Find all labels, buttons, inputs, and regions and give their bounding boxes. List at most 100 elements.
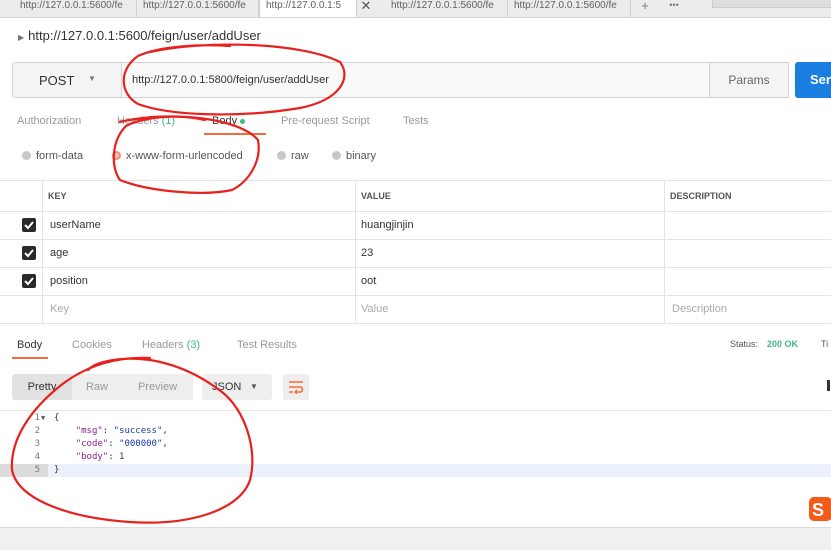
- check-icon: [24, 277, 34, 286]
- url-input[interactable]: [122, 62, 710, 98]
- status-bar: [0, 527, 831, 550]
- line-number: 5: [34, 465, 40, 475]
- code-line: {: [54, 413, 60, 423]
- description-placeholder[interactable]: Description: [672, 303, 727, 315]
- tab-headers[interactable]: Headers (1): [117, 115, 175, 127]
- radio-form-data[interactable]: form-data: [22, 150, 83, 166]
- radio-circle: [277, 151, 286, 160]
- value-placeholder[interactable]: Value: [361, 303, 388, 315]
- tab-headers-label: Headers: [117, 115, 159, 127]
- raw-button[interactable]: Raw: [72, 374, 122, 400]
- checkbox-checked[interactable]: [22, 246, 36, 260]
- json-key: "body": [75, 452, 109, 462]
- radio-raw[interactable]: raw: [277, 150, 309, 166]
- response-headers-count: (3): [186, 339, 201, 351]
- line-number: 3: [34, 439, 40, 449]
- code-line: "body": 1: [75, 452, 125, 462]
- preview-button[interactable]: Preview: [122, 374, 193, 400]
- radio-label: binary: [346, 150, 376, 162]
- table-row: age 23: [0, 239, 831, 268]
- value-cell[interactable]: oot: [361, 275, 376, 287]
- tab-body-label: Body: [212, 115, 238, 127]
- json-value: "success": [113, 426, 163, 436]
- response-tab-test-results[interactable]: Test Results: [237, 339, 297, 351]
- chevron-down-icon: ▼: [88, 74, 96, 83]
- radio-circle-selected: [112, 151, 121, 160]
- radio-label: x-www-form-urlencoded: [126, 150, 243, 162]
- column-description: DESCRIPTION: [670, 191, 732, 201]
- line-number: 2: [34, 426, 40, 436]
- radio-label: raw: [291, 150, 309, 162]
- column-value: VALUE: [361, 191, 391, 201]
- time-label: Ti: [821, 339, 829, 349]
- table-row-new: Key Value Description: [0, 295, 831, 324]
- code-line: "msg": "success",: [75, 426, 168, 436]
- value-cell[interactable]: huangjinjin: [361, 219, 414, 231]
- view-mode-group: Pretty Raw Preview: [12, 374, 193, 400]
- radio-circle: [22, 151, 31, 160]
- request-title: ▶ http://127.0.0.1:5600/feign/user/addUse…: [18, 28, 261, 43]
- radio-label: form-data: [36, 150, 84, 162]
- active-tab-indicator: [12, 357, 48, 359]
- caret-right-icon[interactable]: ▶: [18, 33, 24, 42]
- plus-icon[interactable]: +: [633, 0, 657, 17]
- code-line: "code": "000000",: [75, 439, 168, 449]
- tab-tests[interactable]: Tests: [403, 115, 429, 127]
- scroll-marker: [827, 380, 830, 391]
- radio-binary[interactable]: binary: [332, 150, 376, 166]
- radio-x-www-form-urlencoded[interactable]: x-www-form-urlencoded: [112, 150, 243, 166]
- response-tab-headers[interactable]: Headers (3): [142, 339, 200, 351]
- json-key: "code": [75, 439, 109, 449]
- column-divider: [664, 180, 665, 324]
- chevron-down-icon: ▼: [250, 382, 258, 391]
- status-label: Status:: [730, 339, 759, 349]
- more-icon[interactable]: •••: [661, 0, 687, 17]
- checkbox-checked[interactable]: [22, 274, 36, 288]
- response-tab-body[interactable]: Body: [17, 339, 42, 351]
- key-cell[interactable]: userName: [50, 219, 101, 231]
- check-icon: [24, 249, 34, 258]
- params-button[interactable]: Params: [709, 62, 789, 98]
- value-cell[interactable]: 23: [361, 247, 373, 259]
- pretty-button[interactable]: Pretty: [12, 374, 72, 400]
- column-key: KEY: [48, 191, 67, 201]
- key-cell[interactable]: position: [50, 275, 88, 287]
- close-icon[interactable]: ✕: [357, 0, 375, 17]
- request-tab[interactable]: http://127.0.0.1:5600/fe: [14, 0, 137, 17]
- method-select[interactable]: POST ▼: [12, 62, 122, 98]
- table-row: position oot: [0, 267, 831, 296]
- code-line: }: [54, 465, 60, 475]
- tab-authorization[interactable]: Authorization: [17, 115, 81, 127]
- json-value: 1: [119, 452, 125, 462]
- key-placeholder[interactable]: Key: [50, 303, 69, 315]
- response-code-editor[interactable]: 1 ▼ 2 3 4 5 { "msg": "success", "code": …: [0, 410, 831, 528]
- sogou-ime-icon[interactable]: S: [808, 496, 831, 522]
- response-headers-label: Headers: [142, 339, 184, 351]
- active-line-highlight: [0, 464, 831, 477]
- request-tab[interactable]: http://127.0.0.1:5600/fe: [385, 0, 508, 17]
- table-row: userName huangjinjin: [0, 211, 831, 240]
- request-tab[interactable]: http://127.0.0.1:5600/fe: [508, 0, 631, 17]
- request-tab[interactable]: http://127.0.0.1:5600/fe: [137, 0, 259, 17]
- response-tab-cookies[interactable]: Cookies: [72, 339, 112, 351]
- kv-table-header: KEY VALUE DESCRIPTION: [0, 180, 831, 212]
- column-divider: [355, 180, 356, 324]
- line-number: 4: [34, 452, 40, 462]
- fold-caret-icon[interactable]: ▼: [41, 414, 45, 422]
- send-button[interactable]: Send: [795, 62, 831, 98]
- json-key: "msg": [75, 426, 103, 436]
- request-tab-active[interactable]: http://127.0.0.1:5: [259, 0, 357, 17]
- wrap-lines-button[interactable]: [283, 374, 309, 400]
- tab-body[interactable]: Body: [212, 115, 246, 127]
- tab-prerequest-script[interactable]: Pre-request Script: [281, 115, 370, 127]
- format-select[interactable]: JSON ▼: [202, 374, 272, 400]
- tab-strip: http://127.0.0.1:5600/fe http://127.0.0.…: [0, 0, 831, 18]
- checkbox-checked[interactable]: [22, 218, 36, 232]
- key-cell[interactable]: age: [50, 247, 68, 259]
- check-icon: [24, 221, 34, 230]
- column-divider: [42, 180, 43, 324]
- body-indicator-dot: [240, 118, 246, 124]
- environment-select[interactable]: [712, 0, 831, 8]
- status-badge: 200 OK: [767, 339, 799, 349]
- format-label: JSON: [212, 381, 242, 393]
